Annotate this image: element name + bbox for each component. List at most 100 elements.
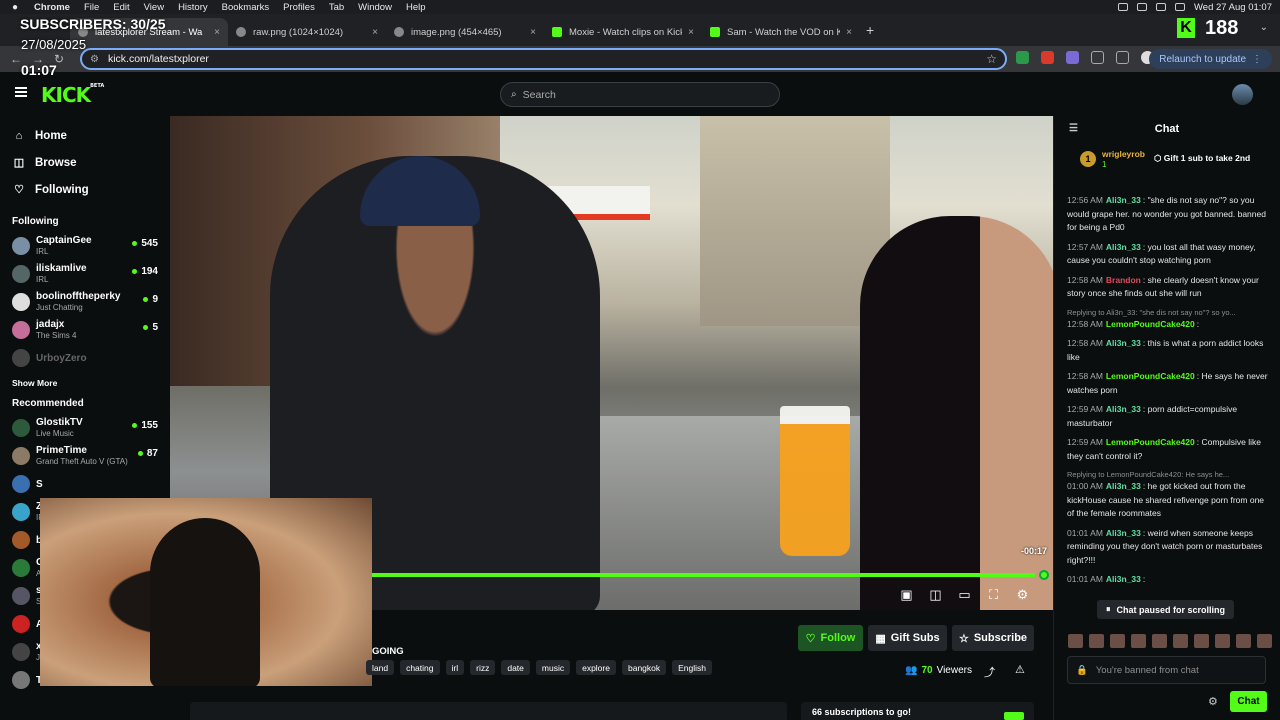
clip-icon[interactable]: ◫ bbox=[929, 587, 942, 602]
chat-message[interactable]: 01:01 AM Ali3n_33: weird when someone kee… bbox=[1067, 527, 1269, 568]
stream-tag[interactable]: land bbox=[366, 660, 395, 675]
browser-tab[interactable]: image.png (454×465) × bbox=[386, 18, 544, 46]
kick-logo[interactable]: KICKBETA bbox=[41, 83, 104, 107]
chat-username[interactable]: Ali3n_33 bbox=[1106, 404, 1141, 414]
emote-icon[interactable] bbox=[1089, 634, 1104, 648]
channel-item[interactable]: UrboyZero bbox=[0, 344, 170, 372]
extension-icon[interactable] bbox=[1016, 51, 1029, 64]
emote-icon[interactable] bbox=[1110, 634, 1125, 648]
subscribe-button[interactable]: ☆ Subscribe bbox=[952, 625, 1034, 651]
emote-icon[interactable] bbox=[1152, 634, 1167, 648]
follow-button[interactable]: ♡ Follow bbox=[798, 625, 863, 651]
progress-bar[interactable] bbox=[372, 573, 1036, 577]
chat-username[interactable]: Ali3n_33 bbox=[1106, 195, 1141, 205]
chat-username[interactable]: Ali3n_33 bbox=[1106, 338, 1141, 348]
extension-icon[interactable] bbox=[1041, 51, 1054, 64]
channel-item[interactable]: GlostikTV Live Music 155 bbox=[0, 414, 170, 442]
stream-tag[interactable]: rizz bbox=[470, 660, 496, 675]
stream-tag[interactable]: music bbox=[535, 660, 571, 675]
menu-item[interactable]: Chrome bbox=[34, 2, 70, 13]
browser-tab[interactable]: raw.png (1024×1024) × bbox=[228, 18, 386, 46]
close-tab-icon[interactable]: × bbox=[846, 27, 852, 38]
chat-username[interactable]: Ali3n_33 bbox=[1106, 574, 1141, 584]
close-tab-icon[interactable]: × bbox=[530, 27, 536, 38]
puzzle-icon[interactable] bbox=[1091, 51, 1104, 64]
stream-tag[interactable]: date bbox=[501, 660, 530, 675]
emote-icon[interactable] bbox=[1068, 634, 1083, 648]
channel-item[interactable]: S bbox=[0, 470, 170, 498]
settings-gear-icon[interactable]: ⚙ bbox=[1016, 587, 1029, 602]
chat-message[interactable]: 01:00 AM Ali3n_33: he got kicked out from… bbox=[1067, 480, 1269, 521]
gift-subs-button[interactable]: ▦ Gift Subs bbox=[868, 625, 947, 651]
chat-username[interactable]: Ali3n_33 bbox=[1106, 528, 1141, 538]
stream-tag[interactable]: bangkok bbox=[621, 660, 667, 675]
bookmark-star-icon[interactable]: ☆ bbox=[986, 52, 997, 66]
emote-icon[interactable] bbox=[1215, 634, 1230, 648]
emote-icon[interactable] bbox=[1194, 634, 1209, 648]
menu-item[interactable]: Edit bbox=[113, 2, 129, 13]
kebab-menu-icon[interactable]: ⋮ bbox=[1252, 54, 1262, 65]
hamburger-menu-icon[interactable] bbox=[15, 87, 27, 97]
chat-message[interactable]: 12:58 AM Brandon: she clearly doesn't kno… bbox=[1067, 274, 1269, 301]
chat-message[interactable]: 01:01 AM Ali3n_33: bbox=[1067, 573, 1269, 587]
address-bar[interactable]: ⚙ kick.com/latestxplorer ☆ bbox=[80, 48, 1007, 70]
menu-item[interactable]: File bbox=[84, 2, 99, 13]
relaunch-button[interactable]: Relaunch to update ⋮ bbox=[1149, 49, 1272, 69]
chat-message[interactable]: 12:57 AM Ali3n_33: you lost all that wasy… bbox=[1067, 241, 1269, 268]
chat-message[interactable]: 12:58 AM LemonPoundCake420: He says he ne… bbox=[1067, 370, 1269, 397]
search-input[interactable]: ⌕ Search bbox=[500, 82, 780, 107]
progress-scrubber[interactable] bbox=[1039, 570, 1049, 580]
gift-to-take-button[interactable]: ⬡ Gift 1 sub to take 2nd bbox=[1154, 153, 1250, 164]
new-tab-icon[interactable]: + bbox=[866, 22, 874, 38]
apple-icon[interactable]: ● bbox=[12, 2, 18, 13]
share-icon[interactable]: ⤴ bbox=[984, 664, 995, 680]
emote-icon[interactable] bbox=[1173, 634, 1188, 648]
user-avatar[interactable] bbox=[1232, 84, 1253, 105]
extension-icon[interactable] bbox=[1066, 51, 1079, 64]
status-icon[interactable] bbox=[1118, 3, 1128, 11]
menu-item[interactable]: Help bbox=[406, 2, 426, 13]
menubar-clock[interactable]: Wed 27 Aug 01:07 bbox=[1194, 2, 1272, 13]
chat-username[interactable]: LemonPoundCake420 bbox=[1106, 437, 1195, 447]
wifi-icon[interactable] bbox=[1175, 3, 1185, 11]
pinned-gifter[interactable]: 1 wrigleyrob 1 ⬡ Gift 1 sub to take 2nd bbox=[1054, 142, 1280, 176]
emote-icon[interactable] bbox=[1131, 634, 1146, 648]
menu-item[interactable]: Bookmarks bbox=[222, 2, 270, 13]
chat-message[interactable]: 12:59 AM LemonPoundCake420: Compulsive li… bbox=[1067, 436, 1269, 463]
tab-search-icon[interactable]: ⌄ bbox=[1260, 22, 1268, 33]
sidebar-item-browse[interactable]: ◫ Browse bbox=[0, 149, 170, 176]
stream-tag[interactable]: chating bbox=[400, 660, 440, 675]
show-more-button[interactable]: Show More bbox=[0, 372, 170, 394]
chat-username[interactable]: LemonPoundCake420 bbox=[1106, 319, 1195, 329]
menu-item[interactable]: Tab bbox=[329, 2, 344, 13]
site-info-icon[interactable]: ⚙ bbox=[90, 54, 99, 65]
channel-item[interactable]: CaptainGee IRL 545 bbox=[0, 232, 170, 260]
chat-username[interactable]: Ali3n_33 bbox=[1106, 481, 1141, 491]
channel-item[interactable]: iliskamlive IRL 194 bbox=[0, 260, 170, 288]
close-tab-icon[interactable]: × bbox=[214, 27, 220, 38]
report-icon[interactable]: ⚠ bbox=[1015, 663, 1025, 676]
menu-item[interactable]: Profiles bbox=[283, 2, 315, 13]
stream-tag[interactable]: English bbox=[672, 660, 713, 675]
channel-item[interactable]: PrimeTime Grand Theft Auto V (GTA) 87 bbox=[0, 442, 170, 470]
fullscreen-icon[interactable]: ⛶ bbox=[987, 587, 1000, 602]
chat-message[interactable]: 12:59 AM Ali3n_33: porn addict=compulsive… bbox=[1067, 403, 1269, 430]
menu-item[interactable]: History bbox=[178, 2, 208, 13]
close-tab-icon[interactable]: × bbox=[372, 27, 378, 38]
collapse-chat-icon[interactable]: ☰ bbox=[1069, 123, 1078, 134]
pip-icon[interactable]: ▣ bbox=[900, 587, 913, 602]
chat-messages[interactable]: 12:56 AM Ali3n_33: "she dis not say no"? … bbox=[1054, 194, 1280, 604]
chat-message[interactable]: 12:58 AM LemonPoundCake420: bbox=[1067, 318, 1269, 332]
chat-username[interactable]: Ali3n_33 bbox=[1106, 242, 1141, 252]
menu-item[interactable]: View bbox=[144, 2, 164, 13]
reading-list-icon[interactable] bbox=[1116, 51, 1129, 64]
chat-send-button[interactable]: Chat bbox=[1230, 691, 1267, 712]
browser-tab[interactable]: Sam - Watch the VOD on Kick × bbox=[702, 18, 860, 46]
chat-settings-icon[interactable]: ⚙ bbox=[1208, 695, 1218, 708]
chat-paused-button[interactable]: ⏸ Chat paused for scrolling bbox=[1097, 600, 1235, 619]
channel-item[interactable]: jadajx The Sims 4 5 bbox=[0, 316, 170, 344]
chat-message[interactable]: 12:58 AM Ali3n_33: this is what a porn ad… bbox=[1067, 337, 1269, 364]
emote-icon[interactable] bbox=[1236, 634, 1251, 648]
chat-message[interactable]: 12:56 AM Ali3n_33: "she dis not say no"? … bbox=[1067, 194, 1269, 235]
chat-username[interactable]: Brandon bbox=[1106, 275, 1141, 285]
